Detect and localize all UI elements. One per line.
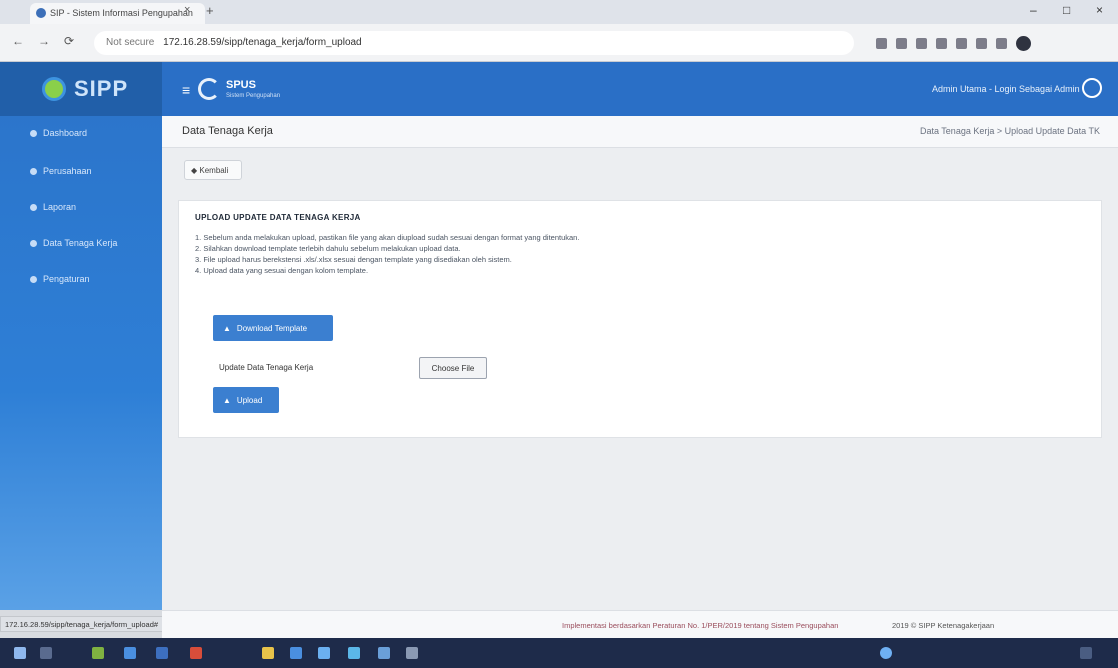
back-button[interactable]: ◆ Kembali [184, 160, 242, 180]
choose-file-button[interactable]: Choose File [419, 357, 487, 379]
dashboard-icon [30, 129, 37, 137]
instruction-line: 4. Upload data yang sesuai dengan kolom … [195, 266, 369, 275]
gear-icon [30, 275, 37, 283]
extension-icons [876, 35, 1031, 51]
sidebar-item-label: Dashboard [43, 128, 88, 138]
instruction-line: 3. File upload harus berekstensi .xls/.x… [195, 255, 512, 264]
app-icon[interactable] [378, 647, 390, 659]
chrome-icon[interactable] [880, 647, 892, 659]
app-icon[interactable] [290, 647, 302, 659]
file-input-label: Update Data Tenaga Kerja [219, 363, 314, 372]
download-icon: ▲ [223, 323, 231, 333]
url-text: 172.16.28.59/sipp/tenaga_kerja/form_uplo… [163, 37, 362, 48]
reload-icon[interactable]: ⟳ [64, 34, 74, 48]
puzzle-icon[interactable] [976, 37, 987, 49]
sidebar-item-label: Data Tenaga Kerja [43, 238, 118, 248]
app-icon[interactable] [348, 647, 360, 659]
users-icon [30, 239, 37, 247]
new-tab-icon[interactable]: + [206, 3, 214, 18]
bookmark-icon[interactable] [876, 37, 887, 49]
report-icon [30, 203, 37, 211]
upload-button[interactable]: ▲ Upload [213, 387, 279, 413]
sidebar-item-dashboard[interactable]: Dashboard [30, 126, 87, 140]
sidebar-logo[interactable]: SIPP [0, 62, 162, 116]
not-secure-label: Not secure [106, 37, 155, 48]
app-header: ≡ SPUS Sistem Pengupahan Admin Utama - L… [162, 62, 1118, 116]
sidebar: SIPP Dashboard Perusahaan Laporan Data T… [0, 62, 162, 610]
media-icon[interactable] [996, 37, 1007, 49]
browser-toolbar: ← → ⟳ Not secure 172.16.28.59/sipp/tenag… [0, 24, 1118, 62]
close-window-icon[interactable]: × [1096, 3, 1103, 17]
download-template-button[interactable]: ▲ Download Template [213, 315, 333, 341]
os-taskbar [0, 638, 1118, 668]
notification-icon[interactable] [1080, 647, 1092, 659]
app-icon[interactable] [190, 647, 202, 659]
page-title: Data Tenaga Kerja [182, 125, 273, 137]
forward-arrow-icon[interactable]: → [38, 34, 50, 48]
star-icon[interactable] [916, 37, 927, 49]
back-arrow-icon[interactable]: ← [12, 34, 24, 48]
footer-copyright: 2019 © SIPP Ketenagakerjaan [892, 621, 995, 630]
sidebar-item-tenaga-kerja[interactable]: Data Tenaga Kerja [30, 236, 117, 250]
app-icon[interactable] [156, 647, 168, 659]
brand-subtitle: Sistem Pengupahan [226, 93, 281, 99]
logo-icon [42, 77, 66, 101]
tab-close-icon[interactable]: × [184, 4, 190, 16]
user-name[interactable]: Admin Utama - Login Sebagai Admin [932, 84, 1080, 94]
building-icon [30, 167, 37, 175]
favicon-icon [36, 8, 46, 18]
app-icon[interactable] [318, 647, 330, 659]
app-footer: Implementasi berdasarkan Peraturan No. 1… [162, 610, 1118, 638]
main-content: Data Tenaga Kerja Data Tenaga Kerja > Up… [162, 116, 1118, 610]
instruction-line: 2. Silahkan download template terlebih d… [195, 244, 461, 253]
sidebar-item-label: Laporan [43, 202, 77, 212]
profile-avatar-icon[interactable] [1016, 35, 1031, 51]
zoom-icon[interactable] [896, 37, 907, 49]
menu-toggle-icon[interactable]: ≡ [182, 82, 190, 98]
tab-title: SIP - Sistem Informasi Pengupahan [50, 8, 193, 18]
upload-icon: ▲ [223, 395, 231, 405]
search-icon[interactable] [40, 647, 52, 659]
screen: SIP - Sistem Informasi Pengupahan × + – … [0, 0, 1118, 668]
upload-button-label: Upload [236, 395, 263, 405]
browser-tab-strip: SIP - Sistem Informasi Pengupahan × + – … [0, 0, 1118, 24]
address-bar[interactable]: Not secure 172.16.28.59/sipp/tenaga_kerj… [94, 31, 854, 55]
breadcrumb[interactable]: Data Tenaga Kerja > Upload Update Data T… [920, 126, 1100, 136]
user-avatar-icon[interactable] [1082, 78, 1102, 98]
sidebar-item-laporan[interactable]: Laporan [30, 200, 76, 214]
brand-logo-icon [198, 78, 220, 100]
start-icon[interactable] [14, 647, 26, 659]
footer-note: Implementasi berdasarkan Peraturan No. 1… [562, 621, 839, 630]
sidebar-item-pengaturan[interactable]: Pengaturan [30, 272, 90, 286]
translate-icon[interactable] [956, 37, 967, 49]
brand-name: SPUS [226, 79, 256, 91]
maximize-icon[interactable]: □ [1063, 3, 1070, 17]
logo-text: SIPP [74, 76, 129, 101]
sidebar-item-label: Pengaturan [43, 274, 90, 284]
upload-card: UPLOAD UPDATE DATA TENAGA KERJA 1. Sebel… [178, 200, 1102, 438]
extension-icon[interactable] [936, 37, 947, 49]
page-header: Data Tenaga Kerja Data Tenaga Kerja > Up… [162, 116, 1118, 148]
sidebar-item-perusahaan[interactable]: Perusahaan [30, 164, 92, 178]
instruction-line: 1. Sebelum anda melakukan upload, pastik… [195, 233, 580, 242]
folder-icon[interactable] [262, 647, 274, 659]
app-icon[interactable] [92, 647, 104, 659]
sidebar-item-label: Perusahaan [43, 166, 92, 176]
app-icon[interactable] [406, 647, 418, 659]
download-button-label: Download Template [236, 323, 308, 333]
app-icon[interactable] [124, 647, 136, 659]
minimize-icon[interactable]: – [1030, 3, 1037, 17]
browser-tab[interactable]: SIP - Sistem Informasi Pengupahan [30, 3, 205, 24]
card-title: UPLOAD UPDATE DATA TENAGA KERJA [195, 213, 361, 222]
